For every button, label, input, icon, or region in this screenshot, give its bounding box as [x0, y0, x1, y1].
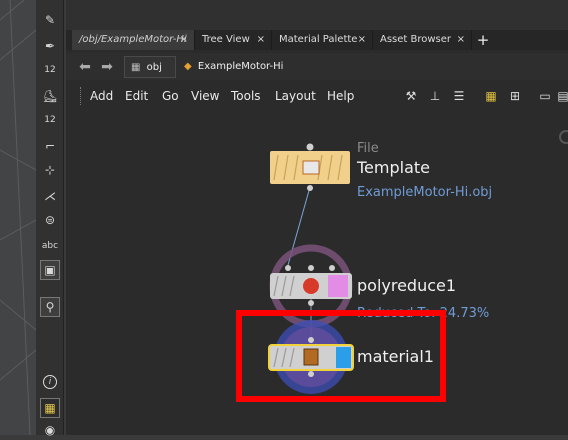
pin-icon[interactable]: ⚲ — [40, 297, 60, 317]
viewport-grid — [0, 0, 37, 436]
object-icon: ◆ — [184, 61, 192, 72]
tab-network[interactable]: /obj/ExampleMotor-Hi × — [72, 30, 195, 50]
file-node-name: Template — [357, 158, 431, 177]
transform-icon[interactable]: ⊹ — [40, 160, 60, 180]
file-node-type: File — [357, 141, 379, 156]
menu-layout[interactable]: Layout — [275, 84, 316, 108]
top-bar — [66, 0, 568, 30]
breadcrumb-child[interactable]: ◆ ExampleMotor-Hi — [184, 56, 283, 78]
forward-arrow-icon[interactable]: ➡ — [98, 58, 116, 76]
brush-icon[interactable]: ✎ — [40, 10, 60, 30]
network-canvas[interactable]: File Template ExampleMotor-Hi.obj polyre… — [66, 110, 568, 435]
menu-grip — [80, 87, 83, 105]
file-node-subtitle: ExampleMotor-Hi.obj — [357, 185, 493, 200]
file-node[interactable] — [270, 143, 350, 192]
paint-icon[interactable]: ⛸ — [40, 86, 60, 106]
network-icon: ▦ — [131, 62, 141, 73]
menu-help[interactable]: Help — [327, 84, 354, 108]
tab-asset-browser[interactable]: Asset Browser × — [373, 30, 472, 50]
menu-bar: Add Edit Go View Tools Layout Help ⚒ ⊥ ☰… — [66, 84, 568, 108]
path-bar: ⬅ ➡ ▦ obj ◆ ExampleMotor-Hi — [66, 53, 568, 80]
folder-icon — [302, 160, 320, 175]
menu-edit[interactable]: Edit — [125, 84, 148, 108]
number-badge: 12 — [44, 65, 56, 75]
menu-go[interactable]: Go — [162, 84, 179, 108]
network-editor-panel: /obj/ExampleMotor-Hi × Tree View × Mater… — [66, 0, 568, 435]
abc-label: abc — [41, 241, 59, 251]
info-icon[interactable]: i — [40, 372, 60, 392]
tab-label: Asset Browser — [380, 34, 452, 45]
angle-icon[interactable]: ⌐ — [40, 136, 60, 156]
tab-tree-view[interactable]: Tree View × — [195, 30, 272, 50]
back-arrow-icon[interactable]: ⬅ — [76, 58, 94, 76]
viewport-strip[interactable] — [0, 0, 37, 436]
tab-label: /obj/ExampleMotor-Hi — [79, 34, 187, 45]
tab-material-palette[interactable]: Material Palette × — [272, 30, 373, 50]
circle-tool-icon[interactable]: ⊜ — [40, 210, 60, 230]
polyreduce-icon — [303, 278, 319, 294]
close-icon[interactable]: × — [457, 30, 465, 50]
snap-icon[interactable]: ⋌ — [40, 186, 60, 206]
tab-bar: /obj/ExampleMotor-Hi × Tree View × Mater… — [66, 30, 568, 50]
grid-icon[interactable]: ⊞ — [508, 89, 522, 103]
tab-label: Tree View — [202, 34, 250, 45]
menu-tools[interactable]: Tools — [231, 84, 261, 108]
breadcrumb-child-label: ExampleMotor-Hi — [197, 61, 284, 72]
gear-icon[interactable] — [559, 130, 568, 144]
number-tool-icon-2[interactable]: 12 — [40, 110, 60, 130]
list-icon[interactable]: ☰ — [452, 89, 466, 103]
close-icon[interactable]: × — [358, 30, 366, 50]
tree-icon[interactable]: ⊥ — [428, 89, 442, 103]
material-node-name: material1 — [357, 347, 434, 366]
wrench-icon[interactable]: ⚒ — [404, 89, 418, 103]
close-icon[interactable]: × — [180, 30, 188, 50]
number-badge: 12 — [44, 115, 56, 125]
menu-view[interactable]: View — [191, 84, 219, 108]
image-tool-icon[interactable]: ▣ — [40, 260, 60, 280]
info-label: i — [43, 375, 57, 389]
pen-icon[interactable]: ✒ — [40, 36, 60, 56]
add-tab-button[interactable]: + — [474, 30, 492, 50]
overflow-icon[interactable]: ▤ — [556, 89, 568, 103]
breadcrumb-root[interactable]: ▦ obj — [124, 56, 176, 78]
menu-add[interactable]: Add — [90, 84, 113, 108]
tool-shelf: ✎ ✒ 12 ⛸ 12 ⌐ ⊹ ⋌ ⊜ abc ▣ ⚲ i ▦ ◉ — [36, 0, 64, 437]
screen-icon[interactable]: ▭ — [538, 89, 552, 103]
number-tool-icon[interactable]: 12 — [40, 60, 60, 80]
eye-icon[interactable]: ◉ — [40, 420, 60, 440]
layout-grid-icon[interactable]: ▦ — [40, 398, 60, 418]
breadcrumb-root-label: obj — [146, 62, 162, 73]
abc-tool[interactable]: abc — [40, 236, 60, 256]
close-icon[interactable]: × — [257, 30, 265, 50]
polyreduce-node-name: polyreduce1 — [357, 276, 457, 295]
palette-icon[interactable]: ▦ — [484, 89, 498, 103]
tab-label: Material Palette — [279, 34, 358, 45]
